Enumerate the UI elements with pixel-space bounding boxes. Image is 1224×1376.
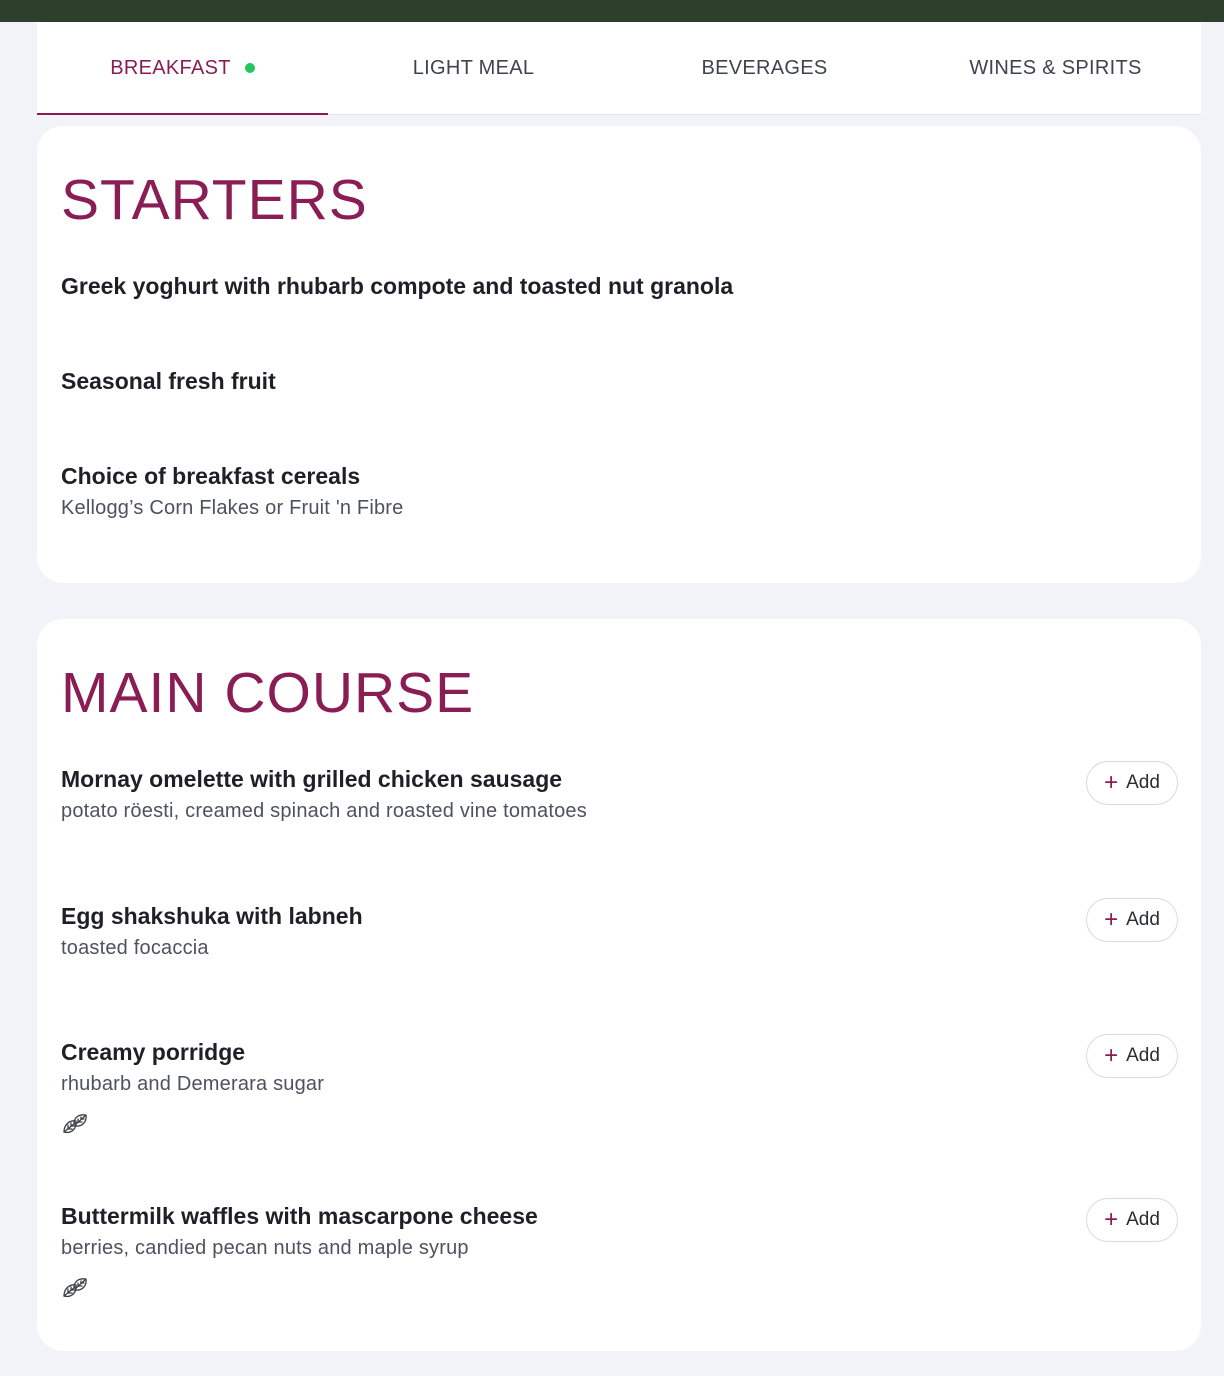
vegetarian-leaf-icon <box>63 1278 87 1298</box>
section-title: STARTERS <box>61 168 368 232</box>
active-indicator-dot <box>244 63 255 73</box>
add-label: Add <box>1126 1045 1160 1066</box>
item-name: Mornay omelette with grilled chicken sau… <box>61 766 563 792</box>
add-label: Add <box>1126 909 1160 930</box>
tab-label: LIGHT MEAL <box>412 56 535 79</box>
vegetarian-leaf-icon <box>63 1114 87 1134</box>
plus-icon: + <box>1104 906 1119 933</box>
tab-breakfast[interactable]: BREAKFAST <box>37 22 328 115</box>
plus-icon: + <box>1104 1206 1119 1233</box>
item-description: berries, candied pecan nuts and maple sy… <box>61 1237 469 1259</box>
menu-item: Mornay omelette with grilled chicken sau… <box>61 764 1177 825</box>
top-bar <box>0 0 1224 22</box>
add-label: Add <box>1126 772 1160 793</box>
item-description: rhubarb and Demerara sugar <box>61 1073 325 1095</box>
item-name: Egg shakshuka with labneh <box>61 903 363 929</box>
item-name: Creamy porridge <box>61 1039 246 1065</box>
tab-beverages[interactable]: BEVERAGES <box>619 22 910 114</box>
plus-icon: + <box>1104 1042 1119 1069</box>
plus-icon: + <box>1104 769 1119 796</box>
item-name: Buttermilk waffles with mascarpone chees… <box>61 1203 538 1229</box>
item-name: Choice of breakfast cereals <box>61 463 361 489</box>
add-label: Add <box>1126 1209 1160 1230</box>
main-course-section: MAIN COURSE Mornay omelette with grilled… <box>37 619 1201 1351</box>
item-description: potato röesti, creamed spinach and roast… <box>61 800 587 822</box>
item-name: Greek yoghurt with rhubarb compote and t… <box>61 273 734 299</box>
menu-item: Creamy porridge rhubarb and Demerara sug… <box>61 1037 1177 1138</box>
menu-item: Egg shakshuka with labneh toasted focacc… <box>61 901 1177 962</box>
tab-label: BREAKFAST <box>110 56 231 79</box>
section-title: MAIN COURSE <box>61 661 475 725</box>
menu-item: Buttermilk waffles with mascarpone chees… <box>61 1201 1177 1302</box>
item-name: Seasonal fresh fruit <box>61 368 276 394</box>
add-button[interactable]: + Add <box>1086 1198 1178 1242</box>
add-button[interactable]: + Add <box>1086 898 1178 942</box>
tab-light-meal[interactable]: LIGHT MEAL <box>328 22 619 114</box>
tab-label: WINES & SPIRITS <box>969 56 1142 79</box>
item-description: Kellogg’s Corn Flakes or Fruit 'n Fibre <box>61 497 404 519</box>
tab-wines-spirits[interactable]: WINES & SPIRITS <box>910 22 1201 114</box>
add-button[interactable]: + Add <box>1086 1034 1178 1078</box>
menu-item: Seasonal fresh fruit <box>61 366 1177 396</box>
item-description: toasted focaccia <box>61 937 209 959</box>
starters-section: STARTERS Greek yoghurt with rhubarb comp… <box>37 126 1201 583</box>
add-button[interactable]: + Add <box>1086 761 1178 805</box>
menu-tabs: BREAKFAST LIGHT MEAL BEVERAGES WINES & S… <box>37 22 1201 115</box>
menu-item: Greek yoghurt with rhubarb compote and t… <box>61 271 1177 301</box>
menu-item: Choice of breakfast cereals Kellogg’s Co… <box>61 461 1177 522</box>
tab-label: BEVERAGES <box>701 56 828 79</box>
